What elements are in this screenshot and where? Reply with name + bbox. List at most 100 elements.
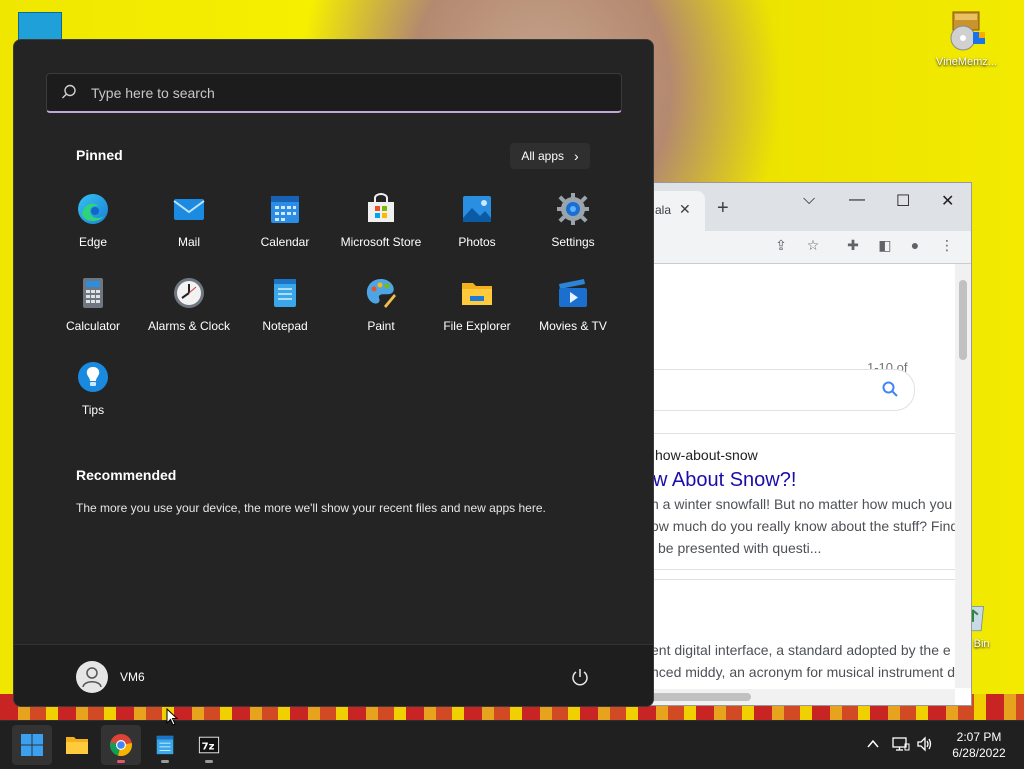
app-label: Tips <box>81 403 105 417</box>
result-snippet-line: ent digital interface, a standard adopte… <box>651 642 951 658</box>
share-icon[interactable]: ⇪ <box>773 237 789 253</box>
recommended-description: The more you use your device, the more w… <box>76 501 546 515</box>
movies-icon <box>559 279 587 307</box>
chevron-up-icon[interactable] <box>864 735 882 753</box>
app-label: File Explorer <box>443 319 511 333</box>
pinned-app-calendar[interactable]: Calendar <box>237 180 333 260</box>
browser-titlebar[interactable]: ala ✕ + ⌵ — ☐ ✕ <box>641 183 971 231</box>
notepad-icon <box>156 735 174 755</box>
profile-icon[interactable]: ● <box>907 237 923 253</box>
start-search-bar[interactable] <box>46 73 622 113</box>
result-snippet-line: nced middy, an acronym for musical instr… <box>651 664 955 680</box>
bookmark-star-icon[interactable]: ☆ <box>805 237 821 253</box>
calculator-icon <box>83 278 103 308</box>
menu-dots-icon[interactable]: ⋮ <box>939 237 955 253</box>
browser-toolbar: ⇪ ☆ ✚ ◧ ● ⋮ <box>641 231 971 264</box>
close-window-icon[interactable]: ✕ <box>941 191 954 211</box>
divider <box>641 433 955 434</box>
volume-icon[interactable] <box>916 735 934 753</box>
result-snippet-line: l be presented with questi... <box>651 540 822 556</box>
all-apps-button[interactable]: All apps › <box>510 143 590 169</box>
app-label: Movies & TV <box>539 319 607 333</box>
calendar-icon <box>271 196 299 223</box>
user-account-button[interactable]: VM6 <box>76 661 145 693</box>
app-label: Notepad <box>262 319 308 333</box>
pinned-app-alarms-clock[interactable]: Alarms & Clock <box>141 264 237 344</box>
new-tab-icon[interactable]: + <box>717 197 729 220</box>
taskbar-clock[interactable]: 2:07 PM 6/28/2022 <box>942 729 1016 761</box>
pinned-app-photos[interactable]: Photos <box>429 180 525 260</box>
pinned-title: Pinned <box>76 147 123 163</box>
app-label: Calculator <box>65 319 121 333</box>
running-indicator <box>161 760 169 763</box>
chevron-right-icon: › <box>574 148 579 164</box>
search-icon[interactable] <box>882 381 898 397</box>
paint-icon <box>366 279 396 308</box>
7zip-icon: 7z <box>198 736 220 754</box>
user-name: VM6 <box>120 670 145 684</box>
page-search-box[interactable] <box>641 369 915 411</box>
svg-text:7z: 7z <box>202 742 215 753</box>
horizontal-scrollbar[interactable] <box>641 689 955 705</box>
pinned-app-tips[interactable]: Tips <box>45 348 141 428</box>
result-url[interactable]: how-about-snow <box>655 447 758 463</box>
notepad-icon <box>274 279 296 307</box>
folder-icon <box>462 283 492 305</box>
taskbar: 7z 2:07 PM 6/28/2022 <box>0 720 1024 769</box>
clock-time: 2:07 PM <box>956 730 1002 744</box>
tab-search-icon[interactable]: ⌵ <box>803 191 815 209</box>
settings-icon <box>557 193 589 225</box>
installer-icon <box>950 11 986 51</box>
chrome-icon <box>110 734 132 757</box>
maximize-icon[interactable]: ☐ <box>896 191 910 211</box>
pinned-app-settings[interactable]: Settings <box>525 180 621 260</box>
divider <box>641 569 955 570</box>
all-apps-label: All apps <box>521 149 565 163</box>
tab-title: ala <box>655 203 672 217</box>
desktop-icon-vinememz[interactable]: VineMemz... <box>936 10 997 68</box>
pinned-app-edge[interactable]: Edge <box>45 180 141 260</box>
avatar <box>76 661 108 693</box>
mail-icon <box>173 199 205 220</box>
app-label: Edge <box>78 235 108 249</box>
scrollbar-thumb[interactable] <box>641 693 751 701</box>
recommended-title: Recommended <box>76 467 177 483</box>
taskbar-7zip[interactable]: 7z <box>189 725 229 765</box>
clock-date: 6/28/2022 <box>952 746 1006 760</box>
minimize-icon[interactable]: — <box>849 191 865 209</box>
running-indicator <box>205 760 213 763</box>
network-icon[interactable] <box>892 735 910 753</box>
result-snippet-line: ow much do you really know about the stu… <box>651 518 959 534</box>
app-label: Settings <box>551 235 595 249</box>
desktop-icon-label: VineMemz... <box>936 56 997 68</box>
vertical-scrollbar[interactable] <box>955 264 971 688</box>
start-button[interactable] <box>12 725 52 765</box>
scrollbar-thumb[interactable] <box>959 280 967 360</box>
app-label: Calendar <box>260 235 310 249</box>
app-label: Microsoft Store <box>340 235 422 249</box>
close-tab-icon[interactable]: ✕ <box>679 201 691 218</box>
folder-icon <box>66 737 88 754</box>
user-icon <box>77 662 107 692</box>
browser-window[interactable]: ala ✕ + ⌵ — ☐ ✕ ⇪ ☆ ✚ ◧ ● ⋮ 1-10 of how-… <box>640 182 972 706</box>
pinned-app-movies-tv[interactable]: Movies & TV <box>525 264 621 344</box>
extensions-icon[interactable]: ✚ <box>845 237 861 253</box>
pinned-app-mail[interactable]: Mail <box>141 180 237 260</box>
power-icon[interactable] <box>570 667 590 687</box>
tips-icon <box>78 362 108 392</box>
pinned-app-microsoft-store[interactable]: Microsoft Store <box>333 180 429 260</box>
pinned-app-calculator[interactable]: Calculator <box>45 264 141 344</box>
taskbar-file-explorer[interactable] <box>57 725 97 765</box>
result-title-link[interactable]: w About Snow?! <box>653 469 796 492</box>
app-label: Paint <box>367 319 395 333</box>
start-search-input[interactable] <box>89 80 593 106</box>
pinned-app-notepad[interactable]: Notepad <box>237 264 333 344</box>
search-icon <box>62 84 76 99</box>
taskbar-chrome[interactable] <box>101 725 141 765</box>
taskbar-notepad[interactable] <box>145 725 185 765</box>
pinned-app-file-explorer[interactable]: File Explorer <box>429 264 525 344</box>
pinned-app-paint[interactable]: Paint <box>333 264 429 344</box>
store-icon <box>368 193 394 222</box>
side-panel-icon[interactable]: ◧ <box>877 237 893 253</box>
app-label: Mail <box>177 235 200 249</box>
